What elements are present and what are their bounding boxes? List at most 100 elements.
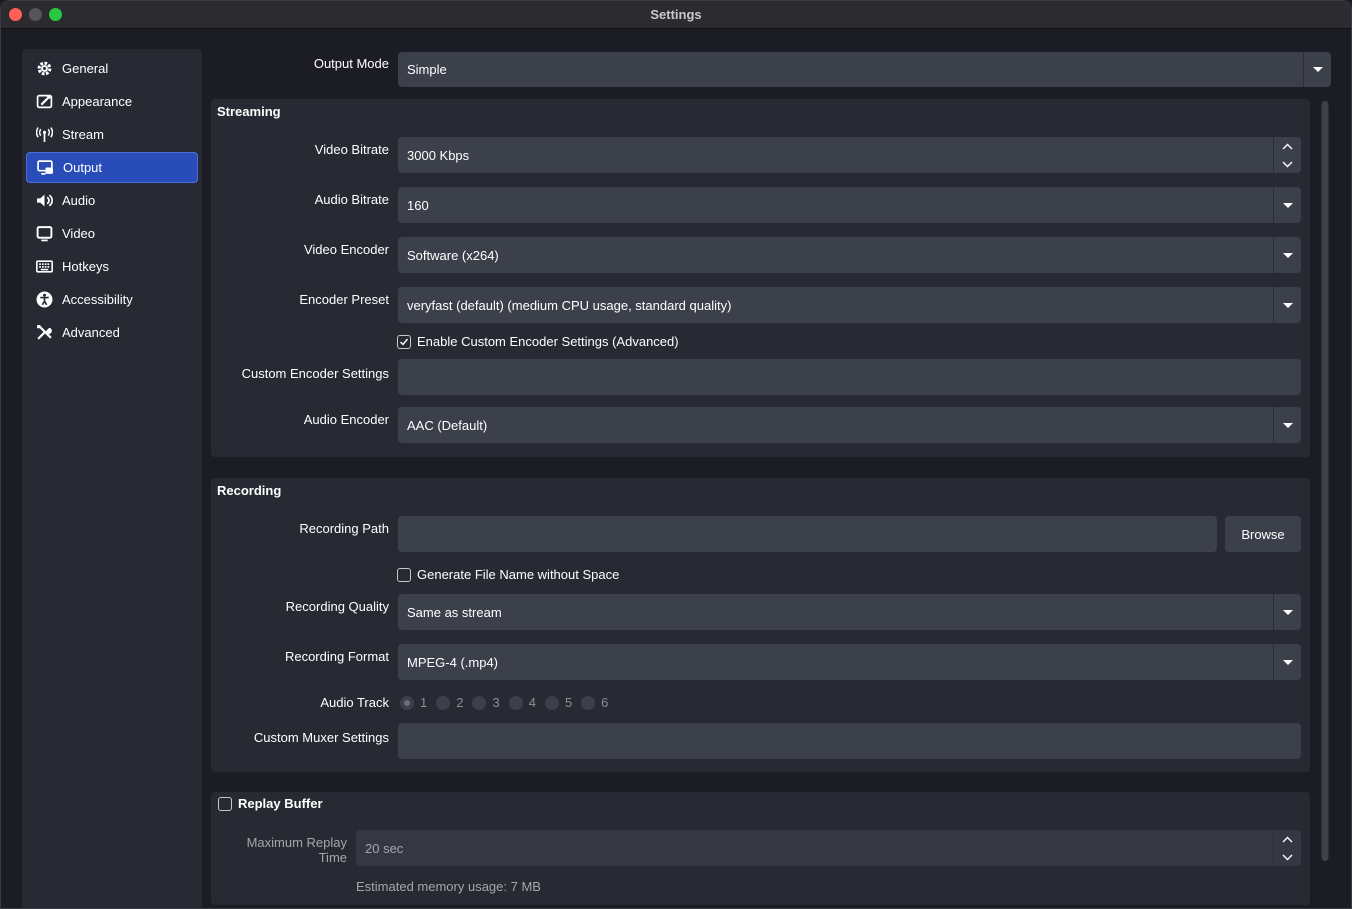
tools-icon: [35, 324, 53, 342]
memory-usage-note: Estimated memory usage: 7 MB: [356, 879, 541, 894]
chevron-down-icon[interactable]: [1273, 594, 1301, 630]
no-space-filename-checkbox[interactable]: Generate File Name without Space: [397, 567, 619, 582]
custom-muxer-label: Custom Muxer Settings: [253, 730, 389, 745]
audio-track-radio-6[interactable]: 6: [581, 695, 608, 710]
recording-path-label: Recording Path: [299, 521, 389, 536]
gear-icon: [35, 60, 53, 78]
sidebar-item-label: General: [62, 61, 109, 76]
sidebar-item-hotkeys[interactable]: Hotkeys: [26, 251, 198, 282]
chevron-down-icon[interactable]: [1274, 848, 1301, 866]
radio-selected-icon[interactable]: [400, 695, 414, 710]
streaming-group-title: Streaming: [217, 104, 281, 119]
output-mode-value: Simple: [407, 62, 447, 77]
sidebar-item-accessibility[interactable]: Accessibility: [26, 284, 198, 315]
recording-group-title: Recording: [217, 483, 282, 498]
chevron-up-icon[interactable]: [1274, 137, 1301, 155]
radio-icon[interactable]: [581, 695, 596, 710]
video-encoder-select[interactable]: Software (x264): [398, 237, 1301, 273]
max-replay-time-stepper[interactable]: [1273, 830, 1301, 866]
audio-track-radio-4[interactable]: 4: [508, 695, 536, 710]
audio-track-radio-3[interactable]: 3: [472, 695, 500, 710]
title-bar: Settings: [1, 1, 1351, 29]
replay-buffer-checkbox[interactable]: Replay Buffer: [218, 796, 323, 811]
scrollbar-thumb[interactable]: [1322, 101, 1328, 861]
max-replay-time-label: Maximum Replay Time: [246, 835, 347, 865]
chevron-down-icon[interactable]: [1273, 644, 1301, 680]
encoder-preset-select[interactable]: veryfast (default) (medium CPU usage, st…: [398, 287, 1301, 323]
sidebar-item-output[interactable]: Output: [26, 152, 198, 183]
custom-encoder-checkbox-label: Enable Custom Encoder Settings (Advanced…: [417, 334, 679, 349]
recording-path-input[interactable]: [398, 516, 1217, 552]
radio-icon[interactable]: [544, 695, 559, 710]
sidebar-item-advanced[interactable]: Advanced: [26, 317, 198, 348]
recording-quality-select[interactable]: Same as stream: [398, 594, 1301, 630]
sidebar-item-video[interactable]: Video: [26, 218, 198, 249]
custom-encoder-settings-input[interactable]: [398, 359, 1301, 395]
video-encoder-value: Software (x264): [407, 247, 499, 263]
checkbox-checked-icon[interactable]: [397, 334, 411, 349]
max-replay-time-spinbox[interactable]: 20 sec: [356, 830, 1301, 866]
vertical-scrollbar[interactable]: [1321, 101, 1329, 861]
encoder-preset-label: Encoder Preset: [299, 292, 389, 307]
radio-icon[interactable]: [436, 695, 451, 710]
sidebar-item-audio[interactable]: Audio: [26, 185, 198, 216]
chevron-down-icon[interactable]: [1303, 52, 1331, 87]
output-mode-select[interactable]: Simple: [398, 52, 1331, 87]
chevron-down-icon[interactable]: [1273, 407, 1301, 443]
audio-bitrate-select[interactable]: 160: [398, 187, 1301, 223]
recording-format-select[interactable]: MPEG-4 (.mp4): [398, 644, 1301, 680]
custom-encoder-settings-label: Custom Encoder Settings: [241, 366, 389, 381]
window-title: Settings: [650, 7, 702, 22]
sidebar-item-label: Appearance: [62, 94, 133, 109]
sidebar-item-stream[interactable]: Stream: [26, 119, 198, 150]
audio-track-label: Audio Track: [320, 695, 389, 710]
video-encoder-label: Video Encoder: [303, 242, 389, 257]
audio-bitrate-label: Audio Bitrate: [314, 192, 389, 207]
sidebar-item-general[interactable]: General: [26, 53, 198, 84]
sidebar-item-label: Video: [62, 226, 96, 241]
chevron-down-icon[interactable]: [1274, 155, 1301, 173]
radio-icon[interactable]: [508, 695, 523, 710]
antenna-icon: [35, 126, 53, 144]
custom-muxer-input[interactable]: [398, 723, 1301, 759]
video-bitrate-value: 3000 Kbps: [407, 147, 470, 163]
recording-quality-value: Same as stream: [407, 604, 502, 620]
chevron-down-icon[interactable]: [1273, 287, 1301, 323]
settings-sidebar: General Appearance Stream Output Audio V…: [22, 49, 202, 908]
audio-track-radio-1[interactable]: 1: [400, 695, 427, 710]
video-bitrate-spinbox[interactable]: 3000 Kbps: [398, 137, 1301, 173]
chevron-up-icon[interactable]: [1274, 830, 1301, 848]
custom-encoder-checkbox[interactable]: Enable Custom Encoder Settings (Advanced…: [397, 334, 679, 349]
encoder-preset-value: veryfast (default) (medium CPU usage, st…: [407, 297, 732, 313]
chevron-down-icon[interactable]: [1273, 187, 1301, 223]
sidebar-item-label: Accessibility: [62, 292, 133, 307]
audio-track-radio-group: 1 2 3 4 5 6: [400, 695, 617, 710]
audio-encoder-value: AAC (Default): [407, 417, 488, 433]
sidebar-item-label: Audio: [62, 193, 96, 208]
video-bitrate-label: Video Bitrate: [314, 142, 389, 157]
audio-track-radio-5[interactable]: 5: [544, 695, 572, 710]
output-mode-label: Output Mode: [313, 56, 389, 71]
recording-quality-label: Recording Quality: [285, 599, 389, 614]
sidebar-item-label: Stream: [62, 127, 104, 142]
monitor-icon: [35, 225, 53, 243]
chevron-down-icon[interactable]: [1273, 237, 1301, 273]
checkbox-unchecked-icon[interactable]: [218, 796, 232, 811]
checkbox-unchecked-icon[interactable]: [397, 567, 411, 582]
settings-window: Settings General Appearance Stream Outpu…: [0, 0, 1352, 909]
output-icon: [36, 159, 54, 177]
browse-button[interactable]: Browse: [1225, 516, 1301, 552]
speaker-icon: [35, 192, 53, 210]
recording-format-label: Recording Format: [284, 649, 389, 664]
audio-encoder-select[interactable]: AAC (Default): [398, 407, 1301, 443]
audio-track-radio-2[interactable]: 2: [436, 695, 463, 710]
sidebar-item-appearance[interactable]: Appearance: [26, 86, 198, 117]
no-space-filename-checkbox-label: Generate File Name without Space: [417, 567, 620, 582]
sidebar-item-label: Output: [63, 160, 103, 175]
radio-icon[interactable]: [472, 695, 487, 710]
sidebar-item-label: Advanced: [62, 325, 120, 340]
sidebar-item-label: Hotkeys: [62, 259, 109, 274]
max-replay-time-value: 20 sec: [365, 840, 404, 856]
video-bitrate-stepper[interactable]: [1273, 137, 1301, 173]
recording-format-value: MPEG-4 (.mp4): [407, 654, 499, 670]
